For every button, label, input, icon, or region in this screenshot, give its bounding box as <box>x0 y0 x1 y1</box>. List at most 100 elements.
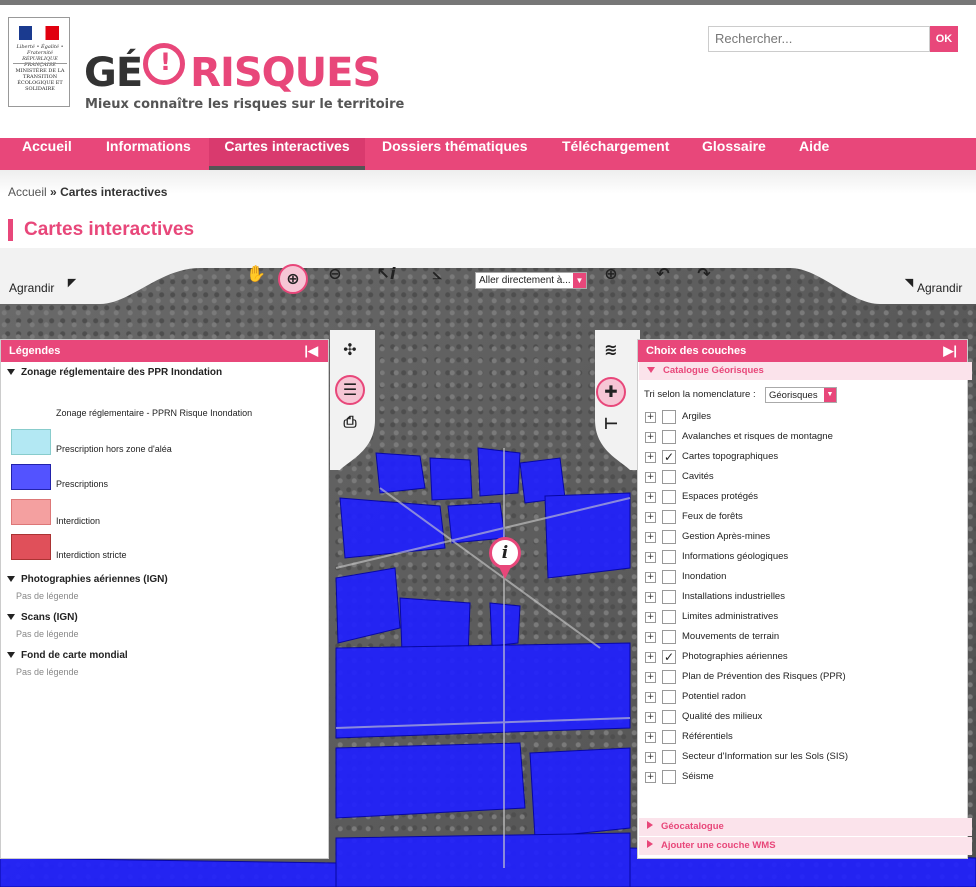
layer-row[interactable]: + Espaces protégés <box>638 487 967 507</box>
expand-plus-icon[interactable]: + <box>645 692 656 703</box>
hand-icon[interactable]: ✋ <box>241 264 271 294</box>
layer-checkbox[interactable] <box>662 610 676 624</box>
expand-plus-icon[interactable]: + <box>645 532 656 543</box>
zoom-out-icon[interactable]: ⊖ <box>320 264 350 294</box>
ministry-logo[interactable]: Liberté • Égalité • Fraternité RÉPUBLIQU… <box>8 17 70 107</box>
zoom-in-icon[interactable]: ⊕ <box>278 264 308 294</box>
layer-row[interactable]: + Installations industrielles <box>638 587 967 607</box>
layer-checkbox[interactable] <box>662 590 676 604</box>
legend-group-fond[interactable]: Fond de carte mondial <box>7 650 128 661</box>
enlarge-left-label[interactable]: Agrandir <box>9 281 54 295</box>
undo-icon[interactable]: ↶ <box>648 264 678 294</box>
expand-plus-icon[interactable]: + <box>645 552 656 563</box>
expand-plus-icon[interactable]: + <box>645 672 656 683</box>
nav-cartes-interactives[interactable]: Cartes interactives <box>209 138 365 170</box>
nav-accueil[interactable]: Accueil <box>8 138 86 170</box>
collapse-arrows-icon[interactable]: ✣ <box>335 340 365 370</box>
layer-checkbox[interactable] <box>662 410 676 424</box>
layer-checkbox[interactable] <box>662 770 676 784</box>
layer-row[interactable]: + Mouvements de terrain <box>638 627 967 647</box>
add-layer-icon[interactable]: ✚ <box>596 377 626 407</box>
expand-plus-icon[interactable]: + <box>645 652 656 663</box>
layer-row[interactable]: + Avalanches et risques de montagne <box>638 427 967 447</box>
layer-checkbox[interactable] <box>662 690 676 704</box>
layer-row[interactable]: + Secteur d'Information sur les Sols (SIS… <box>638 747 967 767</box>
layer-checkbox[interactable] <box>662 630 676 644</box>
expand-plus-icon[interactable]: + <box>645 592 656 603</box>
layer-row[interactable]: + Gestion Après-mines <box>638 527 967 547</box>
layer-checkbox[interactable] <box>662 730 676 744</box>
layer-checkbox[interactable] <box>662 750 676 764</box>
nav-telechargement[interactable]: Téléchargement <box>548 138 683 170</box>
nav-glossaire[interactable]: Glossaire <box>688 138 780 170</box>
layer-row[interactable]: + Limites administratives <box>638 607 967 627</box>
info-select-icon[interactable]: ↖i <box>371 264 401 294</box>
collapse-left-icon[interactable]: |◀ <box>304 343 318 359</box>
legend-group-label: Fond de carte mondial <box>21 650 128 661</box>
layer-checkbox[interactable] <box>662 510 676 524</box>
nav-aide[interactable]: Aide <box>785 138 843 170</box>
layer-checkbox[interactable] <box>662 430 676 444</box>
layer-checkbox[interactable] <box>662 490 676 504</box>
expand-plus-icon[interactable]: + <box>645 432 656 443</box>
layers-panel-header: Choix des couches ▶| <box>638 340 967 362</box>
layer-row[interactable]: + Feux de forêts <box>638 507 967 527</box>
print-icon[interactable]: ⎙ <box>335 412 365 442</box>
legend-list-icon[interactable]: ☰ <box>335 375 365 405</box>
layers-icon[interactable]: ≋ <box>596 340 626 370</box>
expand-plus-icon[interactable]: + <box>645 752 656 763</box>
layer-checkbox[interactable] <box>662 670 676 684</box>
expand-plus-icon[interactable]: + <box>645 612 656 623</box>
expand-plus-icon[interactable]: + <box>645 712 656 723</box>
expand-plus-icon[interactable]: + <box>645 572 656 583</box>
collapse-right-icon[interactable]: ▶| <box>943 343 957 359</box>
geocatalogue-row[interactable]: Géocatalogue <box>639 818 972 836</box>
measure-icon[interactable]: ⦣ <box>422 264 452 294</box>
layer-row[interactable]: + Plan de Prévention des Risques (PPR) <box>638 667 967 687</box>
goto-select[interactable]: Aller directement à... ▼ <box>475 272 587 289</box>
enlarge-right-label[interactable]: Agrandir <box>917 281 962 295</box>
expand-plus-icon[interactable]: + <box>645 512 656 523</box>
layer-row[interactable]: + Argiles <box>638 407 967 427</box>
expand-triangle-icon <box>7 614 15 620</box>
nav-dossiers-thematiques[interactable]: Dossiers thématiques <box>368 138 542 170</box>
layer-row[interactable]: + Potentiel radon <box>638 687 967 707</box>
search-button[interactable]: OK <box>930 26 958 52</box>
expand-plus-icon[interactable]: + <box>645 632 656 643</box>
globe-icon[interactable]: ⊕ <box>596 264 626 294</box>
legend-group-photos[interactable]: Photographies aériennes (IGN) <box>7 574 168 585</box>
layer-checkbox[interactable]: ✓ <box>662 650 676 664</box>
layer-row[interactable]: + Référentiels <box>638 727 967 747</box>
layer-row[interactable]: + Informations géologiques <box>638 547 967 567</box>
expand-plus-icon[interactable]: + <box>645 452 656 463</box>
enlarge-left-icon[interactable]: ◤ <box>57 276 87 306</box>
sort-select[interactable]: Géorisques ▼ <box>765 387 837 403</box>
legend-group-ppr[interactable]: Zonage réglementaire des PPR Inondation <box>7 367 222 378</box>
expand-plus-icon[interactable]: + <box>645 732 656 743</box>
expand-plus-icon[interactable]: + <box>645 472 656 483</box>
add-wms-row[interactable]: Ajouter une couche WMS <box>639 837 972 855</box>
layer-checkbox[interactable] <box>662 530 676 544</box>
layer-row[interactable]: + Qualité des milieux <box>638 707 967 727</box>
georisques-logo[interactable]: GÉ RISQUES <box>84 50 381 96</box>
expand-plus-icon[interactable]: + <box>645 412 656 423</box>
catalog-georisques-header[interactable]: Catalogue Géorisques <box>639 362 972 380</box>
search-input[interactable]: Rechercher... <box>708 26 930 52</box>
redo-icon[interactable]: ↷ <box>689 264 719 294</box>
layer-row[interactable]: + Inondation <box>638 567 967 587</box>
layer-checkbox[interactable] <box>662 550 676 564</box>
layer-row[interactable]: + Cavités <box>638 467 967 487</box>
expand-plus-icon[interactable]: + <box>645 492 656 503</box>
layer-checkbox[interactable] <box>662 710 676 724</box>
breadcrumb-home[interactable]: Accueil <box>8 185 47 199</box>
layer-checkbox[interactable] <box>662 470 676 484</box>
tree-icon[interactable]: ⊢ <box>596 414 626 444</box>
expand-plus-icon[interactable]: + <box>645 772 656 783</box>
layer-checkbox[interactable]: ✓ <box>662 450 676 464</box>
nav-informations[interactable]: Informations <box>92 138 205 170</box>
layer-row[interactable]: + ✓ Photographies aériennes <box>638 647 967 667</box>
legend-group-scans[interactable]: Scans (IGN) <box>7 612 78 623</box>
layer-checkbox[interactable] <box>662 570 676 584</box>
layer-row[interactable]: + Séisme <box>638 767 967 787</box>
layer-row[interactable]: + ✓ Cartes topographiques <box>638 447 967 467</box>
